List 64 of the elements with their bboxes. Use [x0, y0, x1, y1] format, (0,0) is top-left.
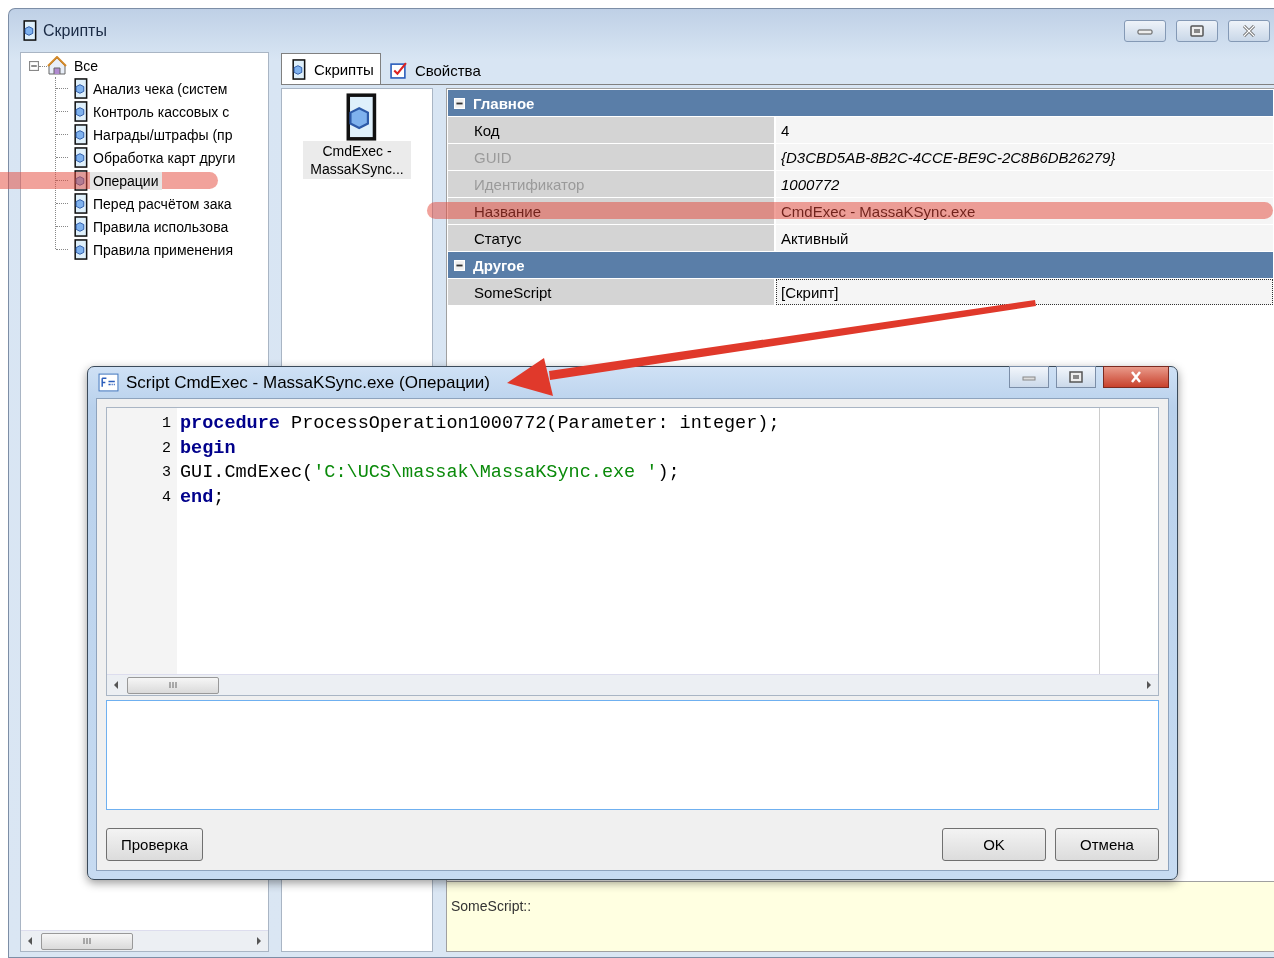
maximize-button[interactable] — [1056, 365, 1096, 388]
property-value[interactable]: Активный — [776, 225, 1273, 251]
tab[interactable]: Свойства — [382, 56, 488, 84]
messages-field[interactable] — [106, 700, 1159, 810]
property-group-header[interactable]: Главное — [448, 90, 1273, 116]
ok-button[interactable]: OK — [942, 828, 1046, 861]
scroll-thumb[interactable] — [41, 932, 133, 950]
property-name: SomeScript — [448, 279, 774, 305]
horizontal-scrollbar[interactable] — [21, 930, 268, 951]
maximize-icon — [1189, 24, 1205, 37]
property-name: Идентификатор — [448, 171, 774, 197]
grip-icon — [168, 681, 178, 689]
tree-item[interactable]: Все — [71, 57, 102, 75]
property-name: GUID — [448, 144, 774, 170]
scroll-left-icon[interactable] — [27, 937, 33, 945]
horizontal-scrollbar[interactable] — [107, 674, 1158, 695]
code-line: GUI.CmdExec('C:\UCS\massak\MassaKSync.exe '); — [180, 461, 680, 485]
tree-item[interactable]: Перед расчётом зака — [90, 194, 235, 213]
tree-item[interactable]: Правила применения — [90, 240, 236, 259]
scroll-left-icon[interactable] — [113, 681, 119, 689]
scroll-right-icon[interactable] — [256, 937, 262, 945]
code-line: end; — [180, 485, 225, 510]
line-number: 4 — [162, 487, 171, 508]
property-group-header[interactable]: Другое — [448, 252, 1273, 278]
property-value[interactable]: 4 — [776, 117, 1273, 143]
check-button[interactable]: Проверка — [106, 828, 204, 861]
window-title: Скрипты — [43, 21, 107, 40]
line-number: 3 — [162, 463, 171, 483]
close-icon — [1128, 370, 1144, 383]
grip-icon — [82, 937, 92, 945]
checkbox-icon — [389, 61, 407, 79]
code-line: begin — [180, 436, 236, 461]
tree-item[interactable]: Обработка карт други — [90, 148, 239, 167]
minimize-button[interactable] — [1009, 365, 1049, 388]
code-line: procedure ProcessOperation1000772(Parameter: integer); — [180, 412, 780, 436]
maximize-icon — [1068, 370, 1084, 383]
tree-item[interactable]: Награды/штрафы (пр — [90, 125, 236, 144]
scroll-right-icon[interactable] — [1146, 681, 1152, 689]
group-title: Другое — [473, 256, 525, 274]
group-title: Главное — [473, 94, 535, 112]
property-value[interactable]: CmdExec - MassaKSync.exe — [776, 198, 1273, 224]
code-editor[interactable]: 1 2 3 4 procedure ProcessOperation1000772(Parameter: integer); begin GUI.CmdExec('C:\UCS\massak\MassaKSync.exe '); end; — [106, 407, 1159, 696]
description-text: SomeScript:: — [451, 898, 532, 914]
form-icon — [98, 373, 119, 392]
tab[interactable]: Скрипты — [281, 53, 381, 84]
cancel-button[interactable]: Отмена — [1055, 828, 1159, 861]
property-value[interactable]: [Скрипт] — [776, 279, 1273, 305]
scroll-thumb[interactable] — [127, 676, 219, 694]
house-icon — [47, 56, 67, 76]
script-item[interactable]: CmdExec - MassaKSync... — [303, 141, 411, 179]
maximize-button[interactable] — [1176, 19, 1218, 42]
close-button[interactable] — [1103, 365, 1169, 388]
property-name: Название — [448, 198, 774, 224]
tree-item[interactable]: Анализ чека (систем — [90, 79, 231, 98]
line-number: 2 — [162, 438, 171, 459]
property-name: Статус — [448, 225, 774, 251]
tree-item[interactable]: Контроль кассовых с — [90, 102, 233, 121]
minimize-button[interactable] — [1124, 19, 1166, 42]
dialog-title: Script CmdExec - MassaKSync.exe (Операции) — [126, 372, 490, 393]
close-icon — [1241, 24, 1257, 37]
line-number: 1 — [162, 414, 171, 434]
property-name: Код — [448, 117, 774, 143]
tree-item[interactable]: Правила использова — [90, 217, 232, 236]
tree-item[interactable]: Операции — [90, 171, 162, 190]
